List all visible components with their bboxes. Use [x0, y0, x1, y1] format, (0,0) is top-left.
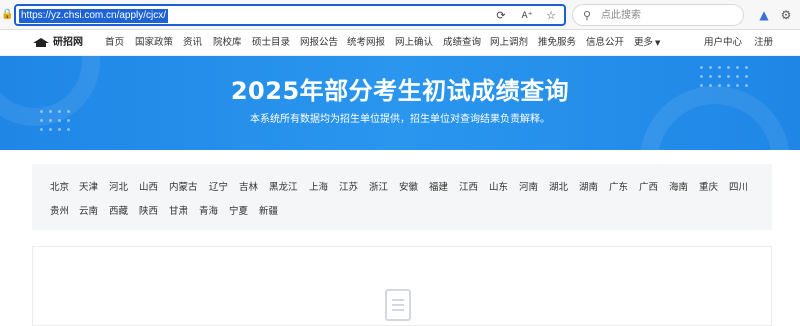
province-hebei[interactable]: 河北 [109, 182, 128, 194]
result-panel [32, 246, 772, 326]
read-aloud-icon[interactable]: A⁺ [520, 9, 534, 23]
nav-exam-registration[interactable]: 统考网报 [347, 37, 385, 49]
province-shanghai[interactable]: 上海 [309, 182, 328, 194]
nav-home[interactable]: 首页 [105, 37, 124, 49]
province-yunnan[interactable]: 云南 [79, 206, 98, 218]
favorite-star-icon[interactable]: ☆ [544, 9, 558, 23]
nav-news[interactable]: 资讯 [183, 37, 202, 49]
chevron-down-icon: ▼ [655, 39, 661, 47]
province-ningxia[interactable]: 宁夏 [229, 206, 248, 218]
province-guizhou[interactable]: 贵州 [50, 206, 69, 218]
refresh-translate-icon[interactable]: ⟳ [494, 9, 508, 23]
register-link[interactable]: 注册 [754, 37, 773, 49]
province-guangdong[interactable]: 广东 [609, 182, 628, 194]
nav-score-query[interactable]: 成绩查询 [443, 37, 481, 49]
nav-info-public[interactable]: 信息公开 [586, 37, 624, 49]
page-subtitle: 本系统所有数据均为招生单位提供，招生单位对查询结果负责解释。 [250, 114, 550, 125]
province-jiangsu[interactable]: 江苏 [339, 182, 358, 194]
url-text[interactable]: https://yz.chsi.com.cn/apply/cjcx/ [19, 9, 169, 23]
search-field[interactable]: ⚲ 点此搜索 [572, 4, 744, 26]
province-henan[interactable]: 河南 [519, 182, 538, 194]
province-chongqing[interactable]: 重庆 [699, 182, 718, 194]
nav-registration-notice[interactable]: 网报公告 [300, 37, 338, 49]
province-shanxi[interactable]: 山西 [139, 182, 158, 194]
nav-master-catalog[interactable]: 硕士目录 [252, 37, 290, 49]
logo-text: 研招网 [53, 37, 83, 48]
province-hunan[interactable]: 湖南 [579, 182, 598, 194]
user-center-link[interactable]: 用户中心 [704, 37, 742, 49]
site-logo[interactable]: 研招网 [32, 36, 83, 50]
nav-online-adjustment[interactable]: 网上调剂 [490, 37, 528, 49]
graduation-cap-icon [32, 38, 50, 48]
province-gansu[interactable]: 甘肃 [169, 206, 188, 218]
nav-national-policy[interactable]: 国家政策 [135, 37, 173, 49]
nav-more-label: 更多 [634, 37, 654, 48]
province-xinjiang[interactable]: 新疆 [259, 206, 278, 218]
nav-more[interactable]: 更多 ▼ [634, 37, 660, 49]
province-anhui[interactable]: 安徽 [399, 182, 418, 194]
page-banner: 2025年部分考生初试成绩查询 本系统所有数据均为招生单位提供，招生单位对查询结… [0, 56, 800, 150]
province-fujian[interactable]: 福建 [429, 182, 448, 194]
province-shandong[interactable]: 山东 [489, 182, 508, 194]
province-selector: 北京 天津 河北 山西 内蒙古 辽宁 吉林 黑龙江 上海 江苏 浙江 安徽 福建… [32, 164, 772, 230]
province-qinghai[interactable]: 青海 [199, 206, 218, 218]
nav-online-confirm[interactable]: 网上确认 [395, 37, 433, 49]
address-bar[interactable]: https://yz.chsi.com.cn/apply/cjcx/ ⟳ A⁺ … [14, 4, 566, 26]
province-heilongjiang[interactable]: 黑龙江 [269, 182, 298, 194]
document-icon [385, 289, 411, 321]
thumbs-up-icon[interactable]: ▲ [756, 7, 772, 23]
province-zhejiang[interactable]: 浙江 [369, 182, 388, 194]
province-liaoning[interactable]: 辽宁 [209, 182, 228, 194]
province-tianjin[interactable]: 天津 [79, 182, 98, 194]
province-jilin[interactable]: 吉林 [239, 182, 258, 194]
nav-recommendation[interactable]: 推免服务 [538, 37, 576, 49]
site-navigation: 研招网 首页 国家政策 资讯 院校库 硕士目录 网报公告 统考网报 网上确认 成… [0, 30, 800, 56]
province-sichuan[interactable]: 四川 [729, 182, 748, 194]
browser-toolbar: 🔒 https://yz.chsi.com.cn/apply/cjcx/ ⟳ A… [0, 0, 800, 30]
settings-icon[interactable]: ⚙ [778, 7, 794, 23]
search-placeholder: 点此搜索 [601, 10, 641, 21]
province-xizang[interactable]: 西藏 [109, 206, 128, 218]
page-title: 2025年部分考生初试成绩查询 [230, 77, 570, 105]
province-hainan[interactable]: 海南 [669, 182, 688, 194]
province-shaanxi[interactable]: 陕西 [139, 206, 158, 218]
province-beijing[interactable]: 北京 [50, 182, 69, 194]
province-hubei[interactable]: 湖北 [549, 182, 568, 194]
province-neimenggu[interactable]: 内蒙古 [169, 182, 198, 194]
nav-school-library[interactable]: 院校库 [213, 37, 242, 49]
province-guangxi[interactable]: 广西 [639, 182, 658, 194]
lock-icon[interactable]: 🔒 [1, 8, 13, 22]
province-jiangxi[interactable]: 江西 [459, 182, 478, 194]
search-icon: ⚲ [583, 9, 592, 22]
